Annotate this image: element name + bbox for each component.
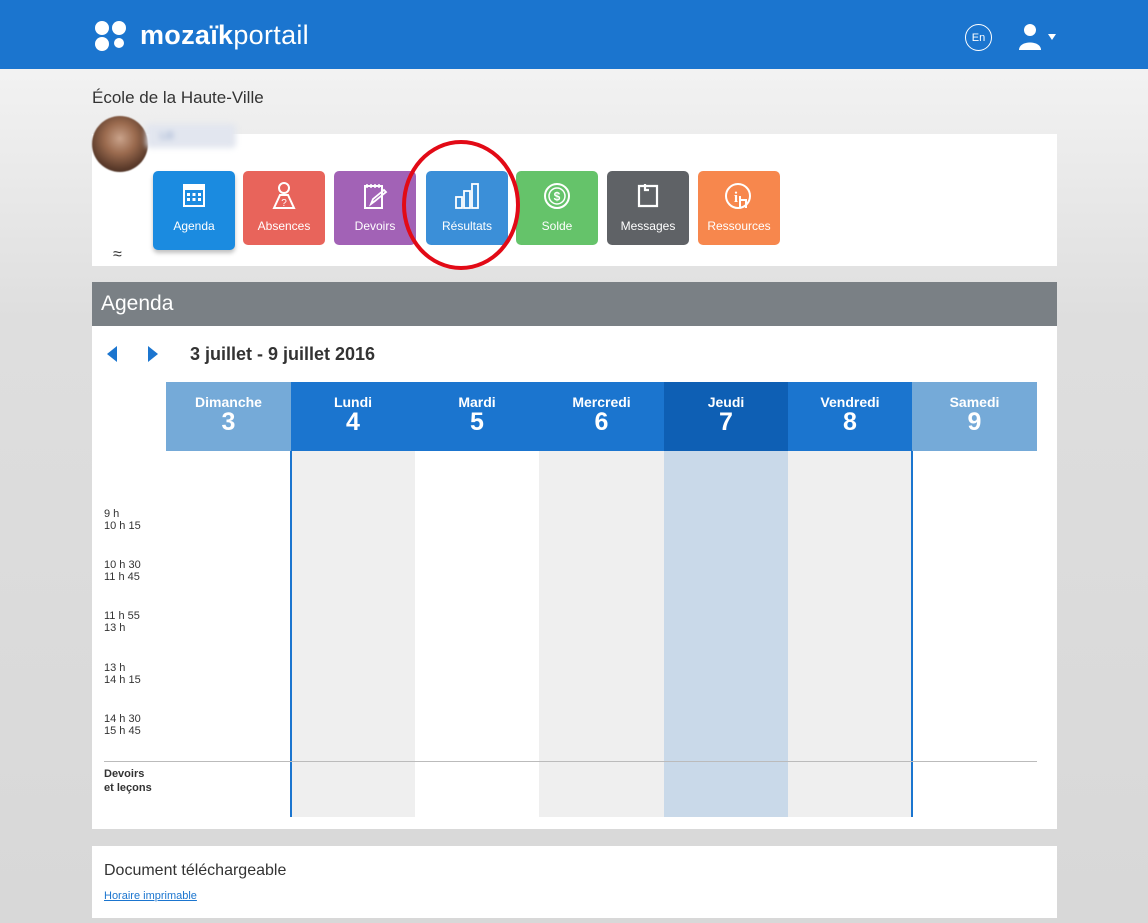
person-question-icon: ?	[272, 182, 296, 209]
next-week-arrow-icon[interactable]	[148, 346, 158, 362]
period-end: 10 h 15	[104, 520, 141, 532]
homework-label-line2: et leçons	[104, 782, 152, 794]
svg-text:?: ?	[281, 198, 287, 209]
period-end: 15 h 45	[104, 725, 141, 737]
period-end: 11 h 45	[104, 571, 140, 583]
dollar-coin-icon: $	[544, 183, 570, 209]
solde-tile-button[interactable]: $ Solde	[516, 171, 598, 245]
logo-text: mozaïkportail	[140, 20, 309, 51]
homework-row-label: Devoirs et leçons	[104, 767, 152, 795]
day-number: 5	[470, 408, 484, 436]
student-avatar[interactable]	[92, 116, 148, 172]
highlight-circle-annotation	[402, 140, 520, 270]
day-header-vendredi[interactable]: Vendredi 8	[788, 382, 912, 451]
homework-row-divider	[104, 761, 1037, 762]
day-number: 8	[843, 408, 857, 436]
notepad-pencil-icon	[364, 184, 388, 209]
period-start: 9 h	[104, 508, 120, 520]
absences-tile-button[interactable]: ? Absences	[243, 171, 325, 245]
svg-text:$: $	[554, 190, 561, 204]
logo-mark-icon	[92, 18, 130, 52]
period-time-label: 14 h 30 15 h 45	[104, 713, 141, 737]
day-column-lundi[interactable]	[291, 451, 415, 817]
day-column-mardi[interactable]	[415, 451, 539, 817]
weekday-end-divider	[911, 451, 913, 817]
ressources-tile-label: Ressources	[707, 219, 771, 233]
day-number: 7	[719, 408, 733, 436]
day-header-samedi[interactable]: Samedi 9	[912, 382, 1037, 451]
period-end: 14 h 15	[104, 674, 141, 686]
user-menu-button[interactable]	[1018, 22, 1060, 52]
period-start: 10 h 30	[104, 559, 141, 571]
printable-schedule-link[interactable]: Horaire imprimable	[104, 890, 197, 902]
period-time-label: 9 h 10 h 15	[104, 508, 141, 532]
mozaik-logo[interactable]: mozaïkportail	[92, 18, 309, 52]
day-column-vendredi[interactable]	[788, 451, 912, 817]
downloads-panel	[92, 846, 1057, 918]
absences-tile-label: Absences	[257, 219, 311, 233]
day-column-jeudi[interactable]	[664, 451, 788, 817]
agenda-tile-button[interactable]: Agenda	[153, 171, 235, 250]
period-time-label: 11 h 55 13 h	[104, 610, 140, 634]
period-start: 11 h 55	[104, 610, 140, 622]
solde-tile-label: Solde	[541, 219, 573, 233]
user-icon	[1019, 24, 1056, 50]
period-time-label: 10 h 30 11 h 45	[104, 559, 141, 583]
logo-bold: mozaïk	[140, 19, 234, 50]
logo-light: portail	[233, 19, 309, 50]
day-number: 9	[967, 408, 982, 436]
week-range-label: 3 juillet - 9 juillet 2016	[190, 344, 376, 364]
period-start: 14 h 30	[104, 713, 141, 725]
ressources-tile-button[interactable]: i Ressources	[698, 171, 780, 245]
period-time-label: 13 h 14 h 15	[104, 662, 141, 686]
period-end: 13 h	[104, 622, 126, 634]
homework-label-line1: Devoirs	[104, 768, 145, 780]
agenda-tile-label: Agenda	[173, 219, 215, 233]
day-header-mardi[interactable]: Mardi 5	[415, 382, 539, 451]
calendar-icon	[183, 184, 205, 207]
downloads-title: Document téléchargeable	[104, 862, 287, 879]
day-number: 6	[594, 408, 609, 436]
language-toggle-button[interactable]: En	[965, 24, 992, 51]
agenda-title: Agenda	[101, 292, 174, 315]
day-number: 3	[221, 408, 236, 436]
day-number: 4	[346, 408, 360, 436]
school-name: École de la Haute-Ville	[92, 88, 264, 107]
agenda-section-header: Agenda	[92, 282, 1057, 326]
day-column-mercredi[interactable]	[539, 451, 664, 817]
day-header-jeudi[interactable]: Jeudi 7	[664, 382, 788, 451]
svg-text:i: i	[734, 190, 738, 206]
weekday-start-divider	[290, 451, 292, 817]
day-header-mercredi[interactable]: Mercredi 6	[539, 382, 664, 451]
collapse-nav-icon[interactable]: ≈	[113, 246, 122, 264]
period-start: 13 h	[104, 662, 126, 674]
message-note-icon	[637, 184, 659, 208]
info-hand-icon: i	[725, 183, 751, 209]
day-header-lundi[interactable]: Lundi 4	[291, 382, 415, 451]
messages-tile-label: Messages	[620, 219, 676, 233]
student-name-blurred[interactable]: Lili	[146, 124, 236, 148]
previous-week-arrow-icon[interactable]	[107, 346, 117, 362]
messages-tile-button[interactable]: Messages	[607, 171, 689, 245]
day-header-dimanche[interactable]: Dimanche 3	[166, 382, 291, 451]
